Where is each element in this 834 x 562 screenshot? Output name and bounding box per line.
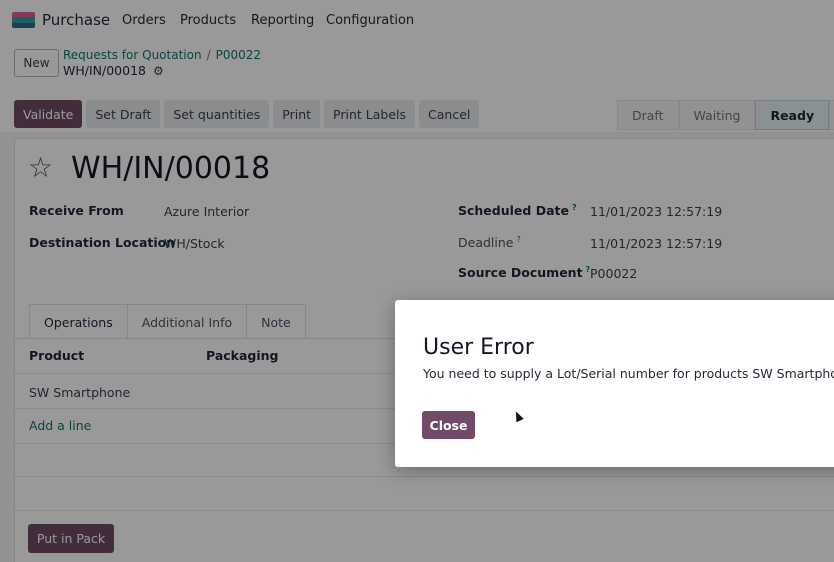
dialog-title: User Error: [423, 335, 534, 360]
dialog-message: You need to supply a Lot/Serial number f…: [423, 366, 834, 381]
modal-backdrop[interactable]: [0, 0, 834, 562]
user-error-dialog: User Error You need to supply a Lot/Seri…: [395, 300, 834, 467]
mouse-cursor-icon: [512, 409, 524, 423]
close-button[interactable]: Close: [422, 411, 475, 439]
